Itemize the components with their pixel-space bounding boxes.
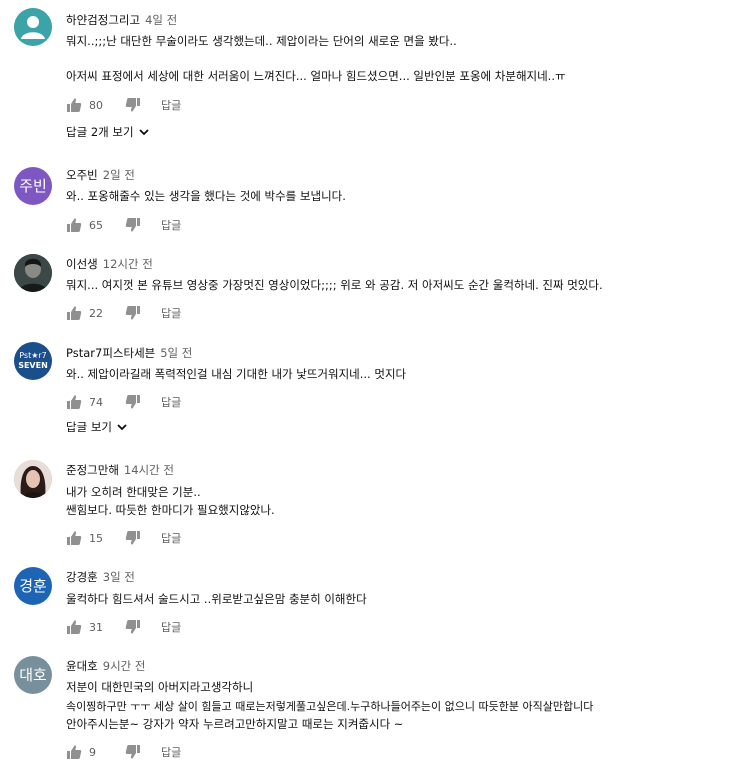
comment-time[interactable]: 5일 전 — [160, 346, 192, 360]
avatar-initials: 경훈 — [19, 576, 47, 595]
comment-time[interactable]: 2일 전 — [103, 168, 135, 182]
avatar[interactable] — [14, 8, 52, 46]
chevron-down-icon — [117, 424, 127, 431]
avatar[interactable] — [14, 254, 52, 292]
reply-button[interactable]: 답글 — [161, 97, 181, 113]
channel-logo-bottom: SEVEN — [18, 361, 48, 370]
avatar-initials: 대호 — [19, 665, 47, 684]
like-count: 22 — [89, 306, 103, 320]
comment-actions: 31 답글 — [66, 618, 181, 636]
like-count: 80 — [89, 98, 103, 112]
comment-header: 이선생 12시간 전 — [66, 256, 153, 272]
thumbs-down-icon[interactable] — [125, 305, 141, 321]
comment-actions: 65 답글 — [66, 216, 181, 234]
reply-button[interactable]: 답글 — [161, 394, 181, 410]
comment-text: 아저씨 표정에서 세상에 대한 서러움이 느껴진다... 얼마나 힘드셨으면..… — [66, 69, 566, 83]
like-count: 15 — [89, 531, 103, 545]
like-count: 31 — [89, 620, 103, 634]
comment-actions: 80 답글 — [66, 96, 181, 114]
author-name[interactable]: 오주빈 — [66, 168, 98, 182]
thumbs-up-icon[interactable] — [66, 530, 82, 546]
thumbs-up-icon[interactable] — [66, 394, 82, 410]
reply-button[interactable]: 답글 — [161, 744, 181, 760]
comment-header: 강경훈 3일 전 — [66, 569, 135, 585]
comment-text: 속이찡하구만 ㅜㅜ 세상 살이 힘들고 때로는저렇게풀고싶은데.누구하나들어주는… — [66, 700, 594, 713]
thumbs-down-icon[interactable] — [125, 217, 141, 233]
comment-text: 안아주시는분~ 강자가 약자 누르려고만하지말고 때로는 지켜줍시다 ~ — [66, 717, 404, 731]
thumbs-down-icon[interactable] — [125, 744, 141, 760]
thumbs-up-icon[interactable] — [66, 305, 82, 321]
reply-button[interactable]: 답글 — [161, 530, 181, 546]
comment-actions: 9 답글 — [66, 743, 181, 761]
avatar[interactable]: 경훈 — [14, 567, 52, 605]
default-avatar-icon — [14, 8, 52, 46]
comment-text: 쌘힘보다. 따듯한 한마디가 필요했지않았나. — [66, 503, 275, 517]
comment-time[interactable]: 3일 전 — [103, 570, 135, 584]
thumbs-down-icon[interactable] — [125, 97, 141, 113]
thumbs-down-icon[interactable] — [125, 530, 141, 546]
comment-header: Pstar7피스타세븐 5일 전 — [66, 345, 192, 361]
comment-text: 저분이 대한민국의 아버지라고생각하니 — [66, 680, 254, 694]
profile-photo — [14, 254, 52, 292]
comment-actions: 74 답글 — [66, 393, 181, 411]
view-replies-button[interactable]: 답글 보기 — [66, 419, 128, 435]
view-replies-label: 답글 보기 — [66, 420, 112, 434]
comment-text: 내가 오히려 한대맞은 기분.. — [66, 485, 201, 499]
comment-time[interactable]: 9시간 전 — [103, 659, 146, 673]
thumbs-up-icon[interactable] — [66, 217, 82, 233]
like-count: 74 — [89, 395, 103, 409]
comment-text: 뭐지... 여지껏 본 유튜브 영상중 가장멋진 영상이었다;;;; 위로 와 … — [66, 278, 603, 292]
avatar-initials: 주빈 — [19, 176, 47, 195]
comment-time[interactable]: 4일 전 — [145, 13, 177, 27]
reply-button[interactable]: 답글 — [161, 217, 181, 233]
author-name[interactable]: 윤대호 — [66, 659, 98, 673]
like-count: 65 — [89, 218, 103, 232]
avatar[interactable] — [14, 460, 52, 498]
comment-header: 윤대호 9시간 전 — [66, 658, 145, 674]
comment-header: 준정그만해 14시간 전 — [66, 462, 174, 478]
author-name[interactable]: Pstar7피스타세븐 — [66, 346, 155, 360]
thumbs-up-icon[interactable] — [66, 97, 82, 113]
author-name[interactable]: 준정그만해 — [66, 463, 119, 477]
comment-text: 뭐지..;;;난 대단한 무술이라도 생각했는데.. 제압이라는 단어의 새로운… — [66, 34, 457, 48]
thumbs-up-icon[interactable] — [66, 619, 82, 635]
avatar[interactable]: 주빈 — [14, 167, 52, 205]
chevron-down-icon — [138, 129, 149, 136]
comment-actions: 22 답글 — [66, 304, 181, 322]
thumbs-down-icon[interactable] — [125, 394, 141, 410]
comment-text: 울컥하다 힘드셔서 술드시고 ..위로받고싶은맘 충분히 이해한다 — [66, 592, 367, 606]
view-replies-label: 답글 2개 보기 — [66, 125, 134, 139]
thumbs-up-icon[interactable] — [66, 744, 82, 760]
avatar[interactable]: Pst★r7 SEVEN — [14, 342, 52, 380]
comment-text: 와.. 포옹해줄수 있는 생각을 했다는 것에 박수를 보냅니다. — [66, 189, 346, 203]
reply-button[interactable]: 답글 — [161, 619, 181, 635]
reply-button[interactable]: 답글 — [161, 305, 181, 321]
comment-header: 하얀검정그리고 4일 전 — [66, 12, 177, 28]
view-replies-button[interactable]: 답글 2개 보기 — [66, 124, 150, 140]
avatar[interactable]: 대호 — [14, 656, 52, 694]
author-name[interactable]: 강경훈 — [66, 570, 98, 584]
comment-text: 와.. 제압이라길래 폭력적인걸 내심 기대한 내가 낯뜨거워지네... 멋지다 — [66, 367, 407, 381]
channel-logo-top: Pst★r7 — [19, 351, 47, 360]
comment-time[interactable]: 12시간 전 — [103, 257, 153, 271]
comment-actions: 15 답글 — [66, 529, 181, 547]
like-count: 9 — [89, 745, 96, 759]
comment-header: 오주빈 2일 전 — [66, 167, 135, 183]
author-name[interactable]: 이선생 — [66, 257, 98, 271]
comment-time[interactable]: 14시간 전 — [124, 463, 174, 477]
profile-photo — [14, 460, 52, 498]
author-name[interactable]: 하얀검정그리고 — [66, 13, 140, 27]
thumbs-down-icon[interactable] — [125, 619, 141, 635]
